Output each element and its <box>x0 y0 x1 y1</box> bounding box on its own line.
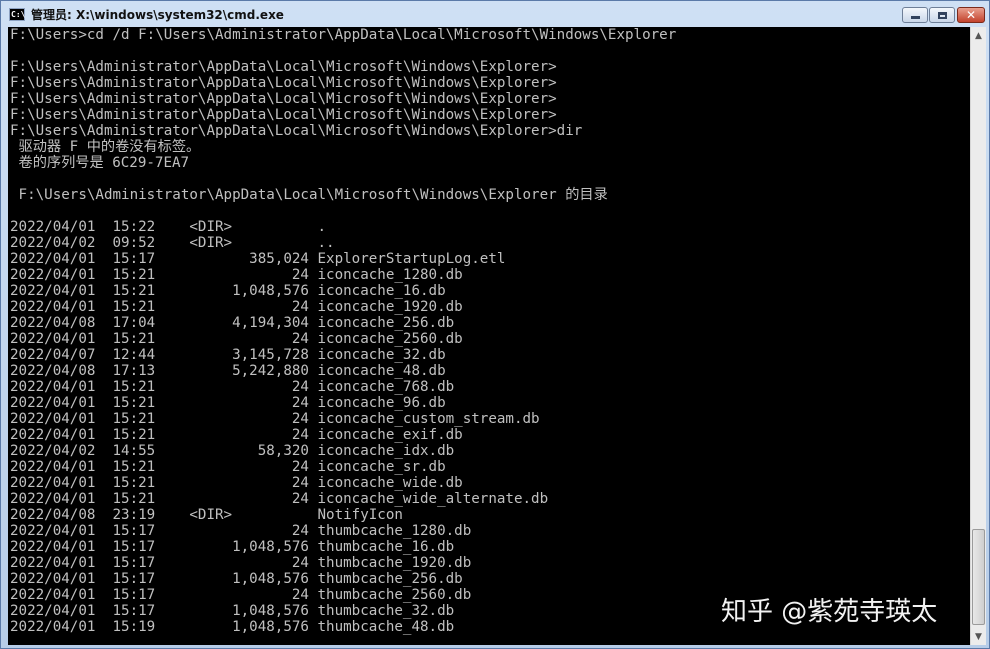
console-line: F:\Users\Administrator\AppData\Local\Mic… <box>10 75 557 91</box>
console-line: 驱动器 F 中的卷没有标签。 <box>10 139 201 155</box>
console-line: 2022/04/01 15:21 24 iconcache_exif.db <box>10 427 463 443</box>
console-line: 2022/04/01 15:17 1,048,576 thumbcache_16… <box>10 539 455 555</box>
scroll-up-icon[interactable]: ▲ <box>971 27 986 44</box>
console-line: 2022/04/01 15:19 1,048,576 thumbcache_48… <box>10 619 455 635</box>
console-line: 2022/04/07 12:44 3,145,728 iconcache_32.… <box>10 347 446 363</box>
maximize-icon <box>937 11 947 19</box>
console-line: 2022/04/01 15:17 1,048,576 thumbcache_25… <box>10 571 463 587</box>
console-line: F:\Users>cd /d F:\Users\Administrator\Ap… <box>10 27 677 43</box>
console-line: 2022/04/02 14:55 58,320 iconcache_idx.db <box>10 443 455 459</box>
console-line: F:\Users\Administrator\AppData\Local\Mic… <box>10 91 557 107</box>
console-line: 2022/04/01 15:17 1,048,576 thumbcache_32… <box>10 603 455 619</box>
console-line: 2022/04/08 23:19 <DIR> NotifyIcon <box>10 507 403 523</box>
console-line: 2022/04/08 17:13 5,242,880 iconcache_48.… <box>10 363 446 379</box>
console-line: 2022/04/01 15:17 385,024 ExplorerStartup… <box>10 251 506 267</box>
cmd-icon[interactable]: C:\ <box>9 8 25 21</box>
cmd-window: C:\ 管理员: X:\windows\system32\cmd.exe ✕ F… <box>0 0 990 649</box>
console-output[interactable]: F:\Users>cd /d F:\Users\Administrator\Ap… <box>8 27 970 645</box>
console-line: 2022/04/01 15:17 24 thumbcache_2560.db <box>10 587 472 603</box>
window-title: 管理员: X:\windows\system32\cmd.exe <box>31 8 284 22</box>
console-line: 2022/04/01 15:21 24 iconcache_wide.db <box>10 475 463 491</box>
console-line: 2022/04/02 09:52 <DIR> .. <box>10 235 335 251</box>
console-line: 卷的序列号是 6C29-7EA7 <box>10 155 190 171</box>
minimize-button[interactable] <box>902 7 928 23</box>
console-line: 2022/04/01 15:21 24 iconcache_96.db <box>10 395 446 411</box>
console-line: F:\Users\Administrator\AppData\Local\Mic… <box>10 59 557 75</box>
console-line: F:\Users\Administrator\AppData\Local\Mic… <box>10 123 583 139</box>
console-line: 2022/04/01 15:22 <DIR> . <box>10 219 327 235</box>
console-line: 2022/04/01 15:21 24 iconcache_wide_alter… <box>10 491 549 507</box>
minimize-icon <box>910 16 920 19</box>
watermark: 知乎 @紫苑寺瑛太 <box>721 597 938 627</box>
console-line: 2022/04/01 15:21 1,048,576 iconcache_16.… <box>10 283 446 299</box>
maximize-button[interactable] <box>929 7 955 23</box>
console-line: 2022/04/01 15:21 24 iconcache_768.db <box>10 379 455 395</box>
console-line: 2022/04/01 15:21 24 iconcache_sr.db <box>10 459 446 475</box>
console-line: F:\Users\Administrator\AppData\Local\Mic… <box>10 107 557 123</box>
console-line: 2022/04/08 17:04 4,194,304 iconcache_256… <box>10 315 455 331</box>
console-line: F:\Users\Administrator\AppData\Local\Mic… <box>10 187 608 203</box>
close-icon: ✕ <box>965 8 977 22</box>
close-button[interactable]: ✕ <box>957 7 985 23</box>
console-line: 2022/04/01 15:21 24 iconcache_custom_str… <box>10 411 540 427</box>
console-line: 2022/04/01 15:17 24 thumbcache_1280.db <box>10 523 472 539</box>
console-line: 2022/04/01 15:21 24 iconcache_1280.db <box>10 267 463 283</box>
console-line: 2022/04/01 15:21 24 iconcache_1920.db <box>10 299 463 315</box>
console-line: 2022/04/01 15:17 24 thumbcache_1920.db <box>10 555 472 571</box>
console-line: 2022/04/01 15:21 24 iconcache_2560.db <box>10 331 463 347</box>
title-bar[interactable]: C:\ 管理员: X:\windows\system32\cmd.exe ✕ <box>1 1 989 27</box>
scroll-down-icon[interactable]: ▼ <box>971 628 986 645</box>
vertical-scrollbar[interactable]: ▲ ▼ <box>970 27 986 645</box>
scroll-thumb[interactable] <box>972 529 985 625</box>
console-text: F:\Users>cd /d F:\Users\Administrator\Ap… <box>10 27 676 635</box>
